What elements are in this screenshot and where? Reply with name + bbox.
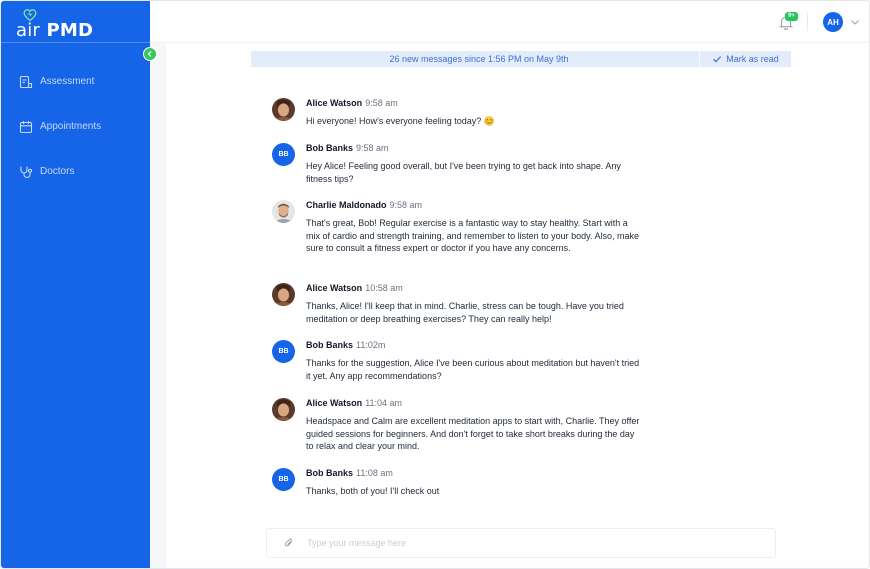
- message-meta: Charlie Maldonado 9:58 am: [306, 200, 422, 211]
- message-time: 11:04 am: [365, 398, 403, 408]
- top-bar: 9+ AH: [150, 1, 869, 43]
- sidebar-item-label: Doctors: [40, 166, 75, 177]
- message-author: Bob Banks: [306, 340, 354, 350]
- brand-name: air PMD: [16, 20, 94, 41]
- notification-badge: 9+: [785, 12, 798, 21]
- avatar: BB: [272, 340, 295, 363]
- header-divider: [807, 13, 808, 31]
- alice-avatar-photo: [272, 98, 295, 121]
- message-text: Hey Alice! Feeling good overall, but I'v…: [306, 161, 621, 184]
- message-composer: [266, 528, 776, 558]
- message-text: Thanks for the suggestion, Alice I've be…: [306, 358, 640, 381]
- message-meta: Alice Watson 10:58 am: [306, 283, 403, 294]
- message-text: Headspace and Calm are excellent meditat…: [306, 416, 640, 451]
- message-time: 9:58 am: [389, 200, 423, 210]
- assessment-icon: [18, 74, 34, 90]
- message-meta: Bob Banks 9:58 am: [306, 143, 389, 154]
- avatar: BB: [272, 143, 295, 166]
- new-messages-text: 26 new messages since 1:56 PM on May 9th: [389, 54, 569, 64]
- message-time: 9:58 am: [365, 98, 398, 108]
- new-messages-banner: 26 new messages since 1:56 PM on May 9th…: [251, 51, 791, 67]
- message-meta: Bob Banks 11:08 am: [306, 468, 393, 479]
- content-gutter: [150, 43, 166, 568]
- message-author: Alice Watson: [306, 398, 363, 408]
- message-meta: Alice Watson 11:04 am: [306, 398, 402, 409]
- message-author: Alice Watson: [306, 98, 363, 108]
- user-avatar[interactable]: AH: [823, 12, 843, 32]
- sidebar-item-label: Assessment: [40, 76, 95, 87]
- sidebar-item-appointments[interactable]: Appointments: [1, 104, 150, 149]
- message-text: Thanks, Alice! I'll keep that in mind. C…: [306, 301, 624, 324]
- sidebar-nav: Assessment Appointments Doctors: [1, 59, 150, 194]
- avatar: [272, 200, 295, 223]
- sidebar-item-assessment[interactable]: Assessment: [1, 59, 150, 104]
- heart-logo-icon: [23, 9, 37, 22]
- message-time: 11:02m: [356, 340, 386, 350]
- alice-avatar-photo: [272, 398, 295, 421]
- checkmark-icon: [713, 56, 722, 63]
- paperclip-icon[interactable]: [283, 537, 295, 549]
- sidebar: air PMD Assessment Appointments Doctors: [1, 1, 150, 568]
- brand-logo[interactable]: air PMD: [16, 9, 93, 41]
- message-author: Bob Banks: [306, 468, 354, 478]
- avatar: [272, 398, 295, 421]
- avatar: [272, 283, 295, 306]
- message-time: 9:58 am: [356, 143, 389, 153]
- message-input[interactable]: [307, 538, 747, 548]
- app-window: air PMD Assessment Appointments Doctors …: [0, 0, 870, 569]
- sidebar-item-label: Appointments: [40, 121, 102, 132]
- mark-as-read-button[interactable]: Mark as read: [700, 54, 791, 64]
- chevron-left-icon: [147, 51, 152, 57]
- message-meta: Alice Watson 9:58 am: [306, 98, 398, 109]
- charlie-avatar-photo: [272, 200, 295, 223]
- mark-as-read-label: Mark as read: [726, 54, 779, 64]
- message-time: 11:08 am: [356, 468, 393, 478]
- message-text: That's great, Bob! Regular exercise is a…: [306, 218, 639, 253]
- chevron-down-icon[interactable]: [849, 16, 861, 28]
- message-author: Alice Watson: [306, 283, 363, 293]
- avatar: [272, 98, 295, 121]
- chat-panel: 26 new messages since 1:56 PM on May 9th…: [150, 43, 869, 568]
- sidebar-collapse-button[interactable]: [143, 47, 157, 61]
- message-text: Hi everyone! How's everyone feeling toda…: [306, 116, 496, 126]
- message-text: Thanks, both of you! I'll check out: [306, 486, 440, 496]
- sidebar-item-doctors[interactable]: Doctors: [1, 149, 150, 194]
- message-author: Charlie Maldonado: [306, 200, 387, 210]
- stethoscope-icon: [18, 164, 34, 180]
- alice-avatar-photo: [272, 283, 295, 306]
- message-time: 10:58 am: [365, 283, 403, 293]
- calendar-icon: [18, 119, 34, 135]
- avatar: BB: [272, 468, 295, 491]
- message-author: Bob Banks: [306, 143, 354, 153]
- sidebar-divider: [1, 42, 150, 43]
- message-meta: Bob Banks 11:02m: [306, 340, 385, 351]
